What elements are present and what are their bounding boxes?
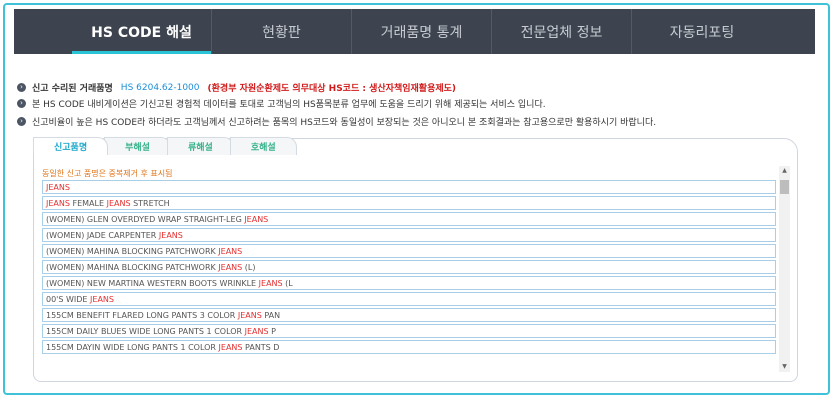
nav-hs-code[interactable]: HS CODE 해설: [72, 9, 212, 54]
keyword-highlight: JEANS: [90, 295, 114, 304]
keyword-highlight: JEANS: [237, 311, 262, 320]
top-navigation: HS CODE 해설 현황판 거래품명 통계 전문업체 정보 자동리포팅: [14, 9, 815, 54]
info-label: 신고 수리된 거래품명: [32, 84, 113, 94]
hs-code: HS 6204.62-1000: [120, 82, 200, 93]
item-text: (WOMEN) NEW MARTINA WESTERN BOOTS WRINKL…: [46, 279, 259, 288]
scroll-down-icon[interactable]: ▼: [779, 362, 790, 372]
info-line-3: › 신고비율이 높은 HS CODE라 하더라도 고객님께서 신고하려는 품목의…: [17, 115, 656, 128]
keyword-highlight: JEANS: [244, 327, 269, 336]
list-item[interactable]: 155CM DAILY BLUES WIDE LONG PANTS 1 COLO…: [42, 324, 776, 338]
keyword-highlight: JEANS: [218, 247, 243, 256]
item-text: 155CM DAYIN WIDE LONG PANTS 1 COLOR: [46, 343, 219, 352]
tab-section-note[interactable]: 부해설: [104, 137, 171, 155]
list-item[interactable]: (WOMEN) MAHINA BLOCKING PATCHWORK JEANS …: [42, 260, 776, 274]
list-item[interactable]: 00'S WIDE JEANS: [42, 292, 776, 306]
list-item[interactable]: (WOMEN) JADE CARPENTER JEANS: [42, 228, 776, 242]
declared-name-list: JEANS JEANS FEMALE JEANS STRETCH (WOMEN) G…: [42, 180, 776, 356]
keyword-highlight: JEANS: [46, 183, 70, 192]
list-item[interactable]: 155CM DAYIN WIDE LONG PANTS 1 COLOR JEAN…: [42, 340, 776, 354]
info-line-2: › 본 HS CODE 내비게이션은 기신고된 경험적 데이터를 토대로 고객님…: [17, 97, 546, 110]
nav-expert-info[interactable]: 전문업체 정보: [492, 9, 632, 54]
tab-declared-name[interactable]: 신고품명: [33, 137, 109, 155]
chevron-right-icon: ›: [17, 99, 26, 108]
list-item[interactable]: JEANS FEMALE JEANS STRETCH: [42, 196, 776, 210]
item-text: (L: [282, 279, 293, 288]
list-item[interactable]: (WOMEN) NEW MARTINA WESTERN BOOTS WRINKL…: [42, 276, 776, 290]
item-text: STRETCH: [130, 199, 170, 208]
item-text: P: [268, 327, 276, 336]
keyword-highlight: JEANS: [158, 231, 183, 240]
tab-bar: 신고품명 부해설 류해설 호해설: [33, 137, 297, 155]
tab-chapter-note[interactable]: 류해설: [166, 137, 234, 155]
item-text: (WOMEN) MAHINA BLOCKING PATCHWORK: [46, 263, 219, 272]
list-item[interactable]: JEANS: [42, 180, 776, 194]
keyword-highlight: JEANS: [46, 199, 70, 208]
info-text: 본 HS CODE 내비게이션은 기신고된 경험적 데이터를 토대로 고객님의 …: [32, 100, 546, 110]
item-text: (WOMEN) MAHINA BLOCKING PATCHWORK: [46, 247, 219, 256]
keyword-highlight: JEANS: [258, 279, 283, 288]
chevron-right-icon: ›: [17, 83, 26, 92]
item-text: 00'S WIDE: [46, 295, 91, 304]
info-text: 신고비율이 높은 HS CODE라 하더라도 고객님께서 신고하려는 품목의 H…: [32, 118, 657, 128]
tab-heading-note[interactable]: 호해설: [229, 137, 297, 155]
warning-text: (환경부 자원순환제도 의무대상 HS코드 : 생산자책임재활용제도): [207, 84, 457, 94]
item-text: (WOMEN) GLEN OVERDYED WRAP STRAIGHT-LEG: [46, 215, 245, 224]
list-item[interactable]: 155CM BENEFIT FLARED LONG PANTS 3 COLOR …: [42, 308, 776, 322]
item-text: (WOMEN) JADE CARPENTER: [46, 231, 159, 240]
item-text: PAN: [261, 311, 281, 320]
keyword-highlight: JEANS: [218, 343, 243, 352]
item-text: 155CM BENEFIT FLARED LONG PANTS 3 COLOR: [46, 311, 238, 320]
nav-dashboard[interactable]: 현황판: [212, 9, 352, 54]
list-item[interactable]: (WOMEN) MAHINA BLOCKING PATCHWORK JEANS: [42, 244, 776, 258]
scrollbar[interactable]: ▲ ▼: [779, 166, 790, 372]
keyword-highlight: JEANS: [244, 215, 269, 224]
keyword-highlight: JEANS: [218, 263, 243, 272]
chevron-right-icon: ›: [17, 117, 26, 126]
info-line-1: › 신고 수리된 거래품명 HS 6204.62-1000 (환경부 자원순환제…: [17, 81, 456, 94]
item-text: FEMALE: [69, 199, 107, 208]
list-item[interactable]: (WOMEN) GLEN OVERDYED WRAP STRAIGHT-LEG …: [42, 212, 776, 226]
scroll-thumb[interactable]: [780, 180, 789, 194]
dedupe-notice: 동일한 신고 품명은 중복제거 후 표시됨: [42, 169, 173, 178]
item-text: (L): [242, 263, 256, 272]
item-text: PANTS D: [242, 343, 280, 352]
keyword-highlight: JEANS: [106, 199, 131, 208]
nav-auto-report[interactable]: 자동리포팅: [632, 9, 772, 54]
item-text: 155CM DAILY BLUES WIDE LONG PANTS 1 COLO…: [46, 327, 245, 336]
nav-trade-stats[interactable]: 거래품명 통계: [352, 9, 492, 54]
scroll-up-icon[interactable]: ▲: [779, 166, 790, 176]
